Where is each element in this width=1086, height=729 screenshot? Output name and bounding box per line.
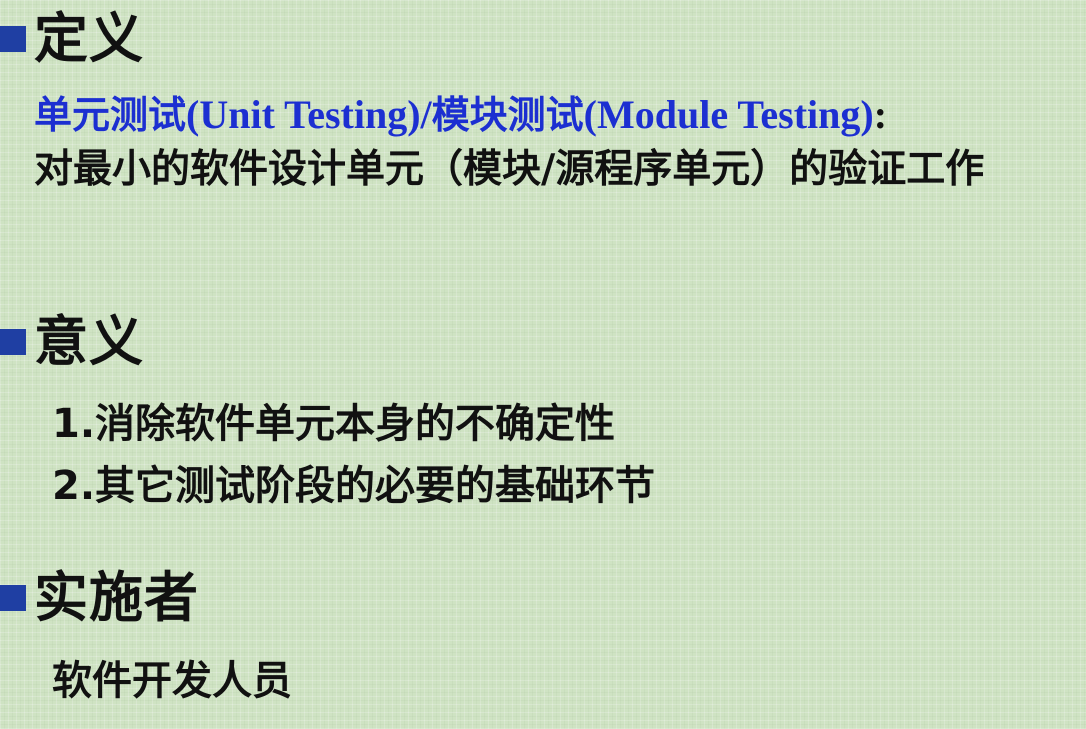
definition-heading: 定义 [34, 7, 144, 70]
list-item: 2.其它测试阶段的必要的基础环节 [52, 463, 656, 509]
definition-term: 单元测试(Unit Testing)/模块测试(Module Testing): [34, 92, 887, 138]
bullet-square-icon [0, 585, 26, 611]
list-item: 1.消除软件单元本身的不确定性 [52, 401, 616, 447]
significance-section-header: 意义 [0, 315, 144, 369]
significance-heading: 意义 [34, 310, 144, 373]
slide: 定义 单元测试(Unit Testing)/模块测试(Module Testin… [0, 0, 1086, 729]
definition-section-header: 定义 [0, 12, 144, 66]
implementer-text: 软件开发人员 [52, 658, 292, 704]
implementer-heading: 实施者 [34, 566, 199, 629]
term-colon: : [873, 92, 888, 137]
bullet-square-icon [0, 329, 26, 355]
term-cn-unit-testing: 单元测试 [34, 93, 187, 137]
term-en-unit-testing: (Unit Testing) [186, 92, 421, 137]
significance-list: 1.消除软件单元本身的不确定性 2.其它测试阶段的必要的基础环节 [52, 396, 655, 514]
term-cn-module-testing: 模块测试 [431, 93, 584, 137]
bullet-square-icon [0, 26, 26, 52]
term-slash: / [420, 92, 432, 137]
term-en-module-testing: (Module Testing) [583, 92, 874, 137]
implementer-section-header: 实施者 [0, 571, 199, 625]
definition-description: 对最小的软件设计单元（模块/源程序单元）的验证工作 [34, 147, 985, 192]
